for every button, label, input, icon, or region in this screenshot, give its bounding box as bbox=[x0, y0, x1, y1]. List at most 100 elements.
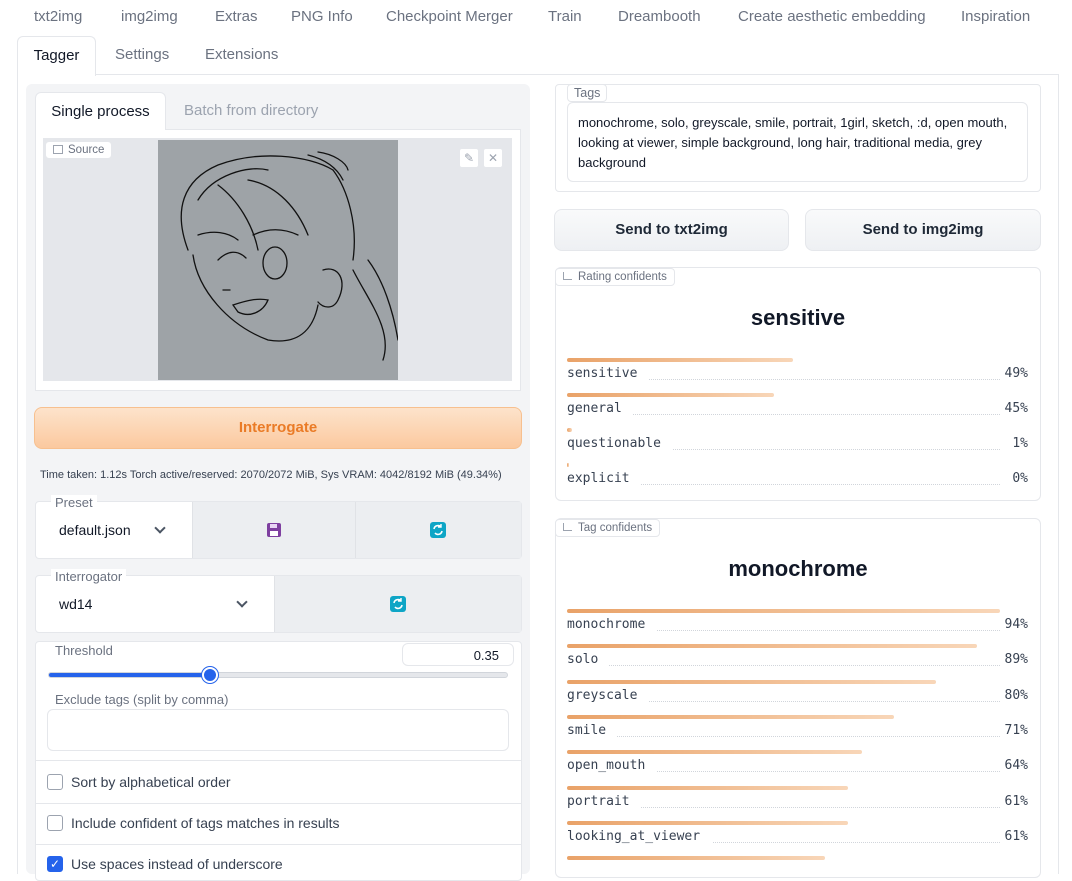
close-icon[interactable]: ✕ bbox=[483, 148, 503, 168]
dotted-leader bbox=[673, 449, 1000, 450]
preset-select[interactable]: default.json bbox=[59, 522, 131, 538]
confidence-percent: 61% bbox=[1004, 793, 1028, 809]
confidence-bar bbox=[567, 750, 862, 755]
rating-confidents-label: Rating confidents bbox=[555, 268, 675, 286]
interrogator-select[interactable]: wd14 bbox=[59, 596, 92, 612]
subtab-batch-from-directory[interactable]: Batch from directory bbox=[184, 102, 318, 119]
tab-tagger[interactable]: Tagger bbox=[17, 36, 96, 76]
source-label: Source bbox=[45, 141, 113, 159]
divider bbox=[36, 844, 521, 845]
subtab-single-process-label: Single process bbox=[51, 103, 150, 120]
source-label-text: Source bbox=[68, 144, 105, 156]
confidence-percent: 61% bbox=[1004, 828, 1028, 844]
tab-inspiration[interactable]: Inspiration bbox=[961, 8, 1030, 25]
confidence-bar bbox=[567, 358, 793, 362]
confidence-percent: 1% bbox=[1012, 436, 1028, 451]
refresh-icon bbox=[390, 596, 406, 612]
tab-train[interactable]: Train bbox=[548, 8, 582, 25]
dotted-leader bbox=[609, 665, 1000, 667]
tags-label: Tags bbox=[567, 84, 608, 102]
divider bbox=[36, 803, 521, 804]
edit-icon[interactable]: ✎ bbox=[459, 148, 479, 168]
use-spaces-label: Use spaces instead of underscore bbox=[71, 856, 283, 872]
threshold-number-input[interactable]: 0.35 bbox=[402, 643, 514, 666]
top-tab-bar: txt2img img2img Extras PNG Info Checkpoi… bbox=[0, 0, 1072, 36]
tab-png-info[interactable]: PNG Info bbox=[291, 8, 353, 25]
threshold-slider[interactable] bbox=[48, 667, 508, 683]
confidence-label: monochrome bbox=[567, 617, 646, 632]
dotted-leader bbox=[633, 414, 1000, 415]
confidence-label: general bbox=[567, 401, 622, 416]
tab-txt2img[interactable]: txt2img bbox=[34, 8, 82, 25]
tab-img2img[interactable]: img2img bbox=[121, 8, 178, 25]
confidence-percent: 64% bbox=[1004, 758, 1028, 774]
confidence-bar bbox=[567, 644, 977, 649]
sort-alphabetical-label: Sort by alphabetical order bbox=[71, 774, 231, 790]
interrogator-label: Interrogator bbox=[51, 569, 127, 584]
confidence-percent: 94% bbox=[1004, 617, 1028, 632]
refresh-icon bbox=[430, 522, 446, 538]
exclude-tags-input[interactable] bbox=[47, 709, 509, 751]
dotted-leader bbox=[649, 700, 1000, 702]
dotted-leader bbox=[617, 735, 1000, 737]
confidence-bar bbox=[567, 714, 894, 719]
chart-icon bbox=[563, 523, 572, 531]
interrogate-button[interactable]: Interrogate bbox=[34, 407, 522, 449]
tab-create-aesthetic-embedding[interactable]: Create aesthetic embedding bbox=[738, 8, 926, 25]
rating-top-label: sensitive bbox=[750, 305, 846, 330]
dotted-leader bbox=[713, 841, 1000, 843]
confidence-percent: 49% bbox=[1004, 366, 1028, 381]
confidence-bar bbox=[567, 679, 936, 684]
send-to-txt2img-button[interactable]: Send to txt2img bbox=[554, 209, 789, 251]
confidence-percent: 89% bbox=[1004, 652, 1028, 668]
confidence-label: greyscale bbox=[567, 687, 638, 703]
tab-settings[interactable]: Settings bbox=[115, 46, 169, 63]
exclude-tags-label: Exclude tags (split by comma) bbox=[51, 692, 233, 707]
refresh-interrogator-button[interactable] bbox=[274, 576, 521, 632]
confidence-bar bbox=[567, 856, 825, 861]
send-to-img2img-button[interactable]: Send to img2img bbox=[805, 209, 1041, 251]
subtab-single-process[interactable]: Single process bbox=[35, 92, 166, 130]
threshold-label: Threshold bbox=[51, 643, 117, 658]
confidence-percent: 45% bbox=[1004, 401, 1028, 416]
time-taken-status: Time taken: 1.12s Torch active/reserved:… bbox=[40, 469, 502, 481]
confidence-label: portrait bbox=[567, 793, 630, 809]
confidence-percent: 80% bbox=[1004, 687, 1028, 703]
tab-dreambooth[interactable]: Dreambooth bbox=[618, 8, 701, 25]
confidence-percent: 0% bbox=[1012, 471, 1028, 486]
tab-tagger-label: Tagger bbox=[33, 47, 80, 64]
tags-textarea[interactable]: monochrome, solo, greyscale, smile, port… bbox=[567, 102, 1028, 182]
refresh-preset-button[interactable] bbox=[355, 502, 521, 558]
include-confident-checkbox[interactable] bbox=[47, 815, 63, 831]
dotted-leader bbox=[657, 630, 1000, 631]
tab-extensions[interactable]: Extensions bbox=[205, 46, 278, 63]
save-preset-button[interactable] bbox=[192, 502, 355, 558]
confidence-bar bbox=[567, 428, 572, 432]
threshold-slider-fill bbox=[49, 673, 210, 677]
preset-label: Preset bbox=[51, 495, 97, 510]
confidence-bar bbox=[567, 393, 774, 397]
chart-icon bbox=[563, 272, 572, 280]
tab-extras[interactable]: Extras bbox=[215, 8, 258, 25]
include-confident-label: Include confident of tags matches in res… bbox=[71, 815, 340, 831]
source-image bbox=[158, 140, 399, 380]
confidence-label: solo bbox=[567, 652, 599, 668]
tab-checkpoint-merger[interactable]: Checkpoint Merger bbox=[386, 8, 513, 25]
use-spaces-checkbox[interactable]: ✓ bbox=[47, 856, 63, 872]
sort-alphabetical-checkbox[interactable] bbox=[47, 774, 63, 790]
threshold-slider-handle[interactable] bbox=[202, 667, 218, 683]
confidence-bar bbox=[567, 820, 848, 825]
divider bbox=[36, 760, 521, 761]
dotted-leader bbox=[641, 484, 1000, 485]
tag-confidents-label-text: Tag confidents bbox=[578, 522, 653, 534]
confidence-label: questionable bbox=[567, 436, 661, 451]
confidence-label: smile bbox=[567, 722, 607, 738]
tags-text: monochrome, solo, greyscale, smile, port… bbox=[578, 115, 1008, 170]
confidence-bar bbox=[567, 463, 569, 467]
rating-confidents-label-text: Rating confidents bbox=[578, 271, 667, 283]
confidence-label: explicit bbox=[567, 471, 630, 486]
sketch-drawing bbox=[180, 151, 399, 361]
dotted-leader bbox=[649, 379, 1000, 380]
confidence-label: open_mouth bbox=[567, 758, 646, 774]
image-icon bbox=[53, 145, 63, 154]
